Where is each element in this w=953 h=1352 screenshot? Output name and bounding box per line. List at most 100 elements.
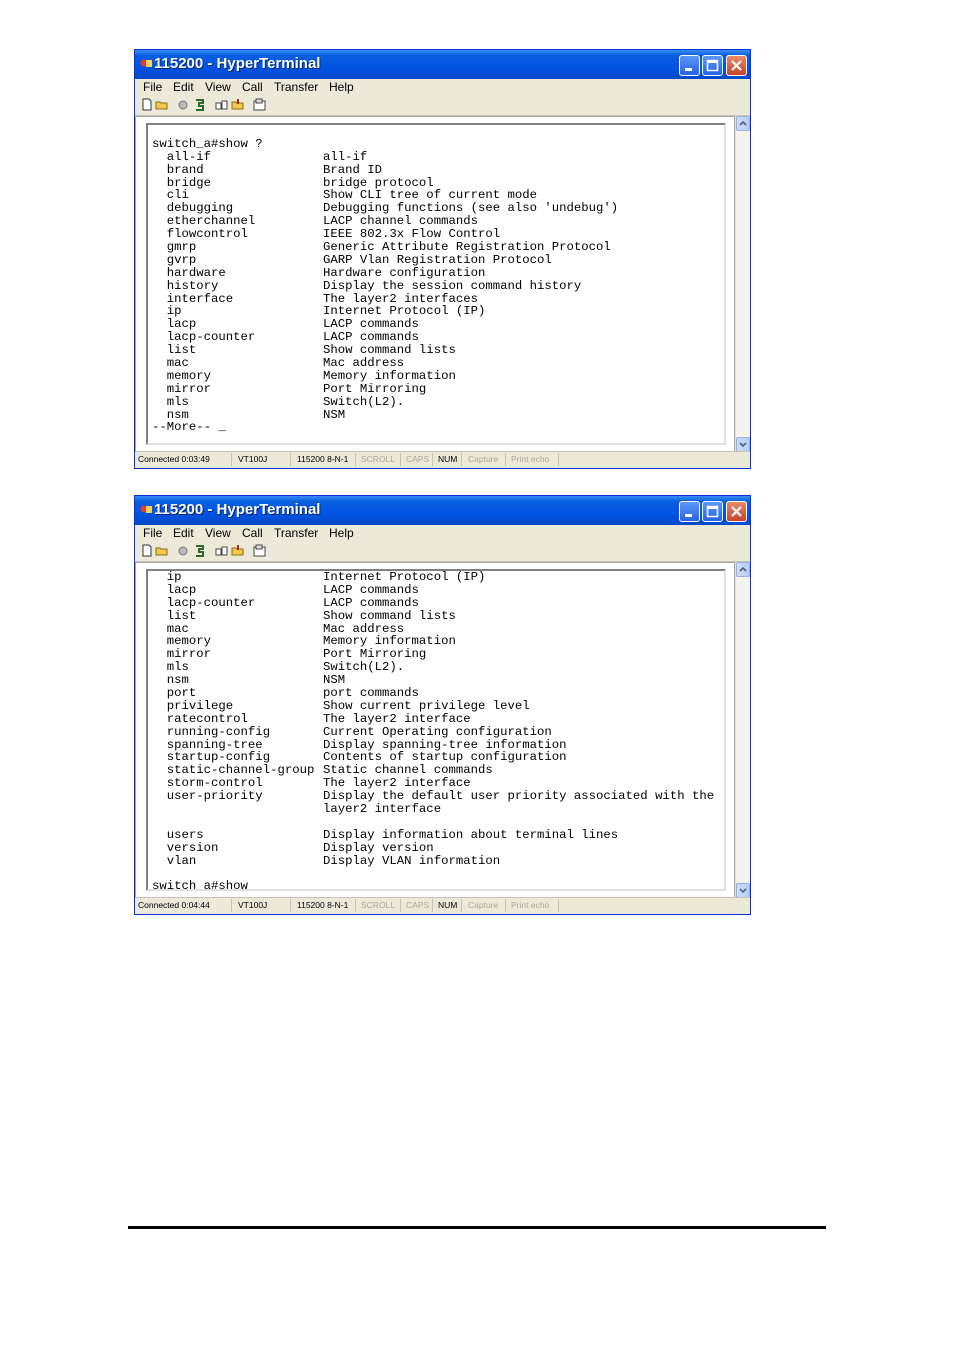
menu-transfer[interactable]: Transfer — [274, 526, 318, 540]
dial-icon[interactable] — [194, 98, 206, 112]
command-name: mac — [152, 356, 189, 371]
terminal-area[interactable]: switch_a#show ? all-if all-if brand Brand … — [135, 116, 735, 452]
command-description: LACP commands — [323, 595, 419, 610]
terminal-output[interactable]: ip Internet Protocol (IP) lacp LACP comman… — [152, 571, 724, 889]
terminal-line: mirror Port Mirroring — [152, 381, 724, 396]
command-name: user-priority — [152, 789, 263, 804]
status-print-echo: Print echo — [511, 900, 550, 910]
command-description: Internet Protocol (IP) — [323, 571, 486, 584]
command-name: history — [152, 278, 219, 293]
terminal-line: gvrp GARP Vlan Registration Protocol — [152, 254, 724, 267]
terminal-line: --More-- _ — [152, 421, 724, 434]
close-icon — [731, 506, 742, 517]
chevron-up-icon — [739, 566, 747, 572]
scroll-down-button[interactable] — [736, 883, 750, 898]
menu-edit[interactable]: Edit — [173, 80, 194, 94]
command-name: version — [152, 840, 219, 855]
close-button[interactable] — [726, 55, 747, 76]
scroll-up-button[interactable] — [736, 562, 750, 577]
vertical-scrollbar[interactable] — [735, 562, 750, 898]
scroll-down-button[interactable] — [736, 437, 750, 452]
command-name: vlan — [152, 853, 197, 868]
maximize-button[interactable] — [702, 501, 723, 522]
command-description: Switch(L2). — [323, 394, 405, 409]
terminal-output[interactable]: switch_a#show ? all-if all-if brand Brand … — [152, 125, 724, 443]
command-name: memory — [152, 368, 212, 383]
open-icon[interactable] — [155, 98, 169, 112]
close-button[interactable] — [726, 501, 747, 522]
terminal-line: users Display information about terminal … — [152, 828, 724, 842]
menu-view[interactable]: View — [205, 526, 231, 540]
command-name: --More-- _ — [152, 420, 226, 435]
command-description: Current Operating configuration — [323, 724, 552, 739]
menu-help[interactable]: Help — [329, 526, 354, 540]
terminal-line: gmrp Generic Attribute Registration Proto… — [152, 241, 724, 254]
terminal-line: nsm NSM — [152, 674, 724, 687]
menu-help[interactable]: Help — [329, 80, 354, 94]
menu-call[interactable]: Call — [242, 526, 263, 540]
receive-icon[interactable] — [231, 98, 245, 112]
open-icon[interactable] — [155, 544, 169, 558]
terminal-line: ratecontrol The layer2 interface — [152, 711, 724, 726]
status-num: NUM — [438, 454, 458, 464]
command-description: Port Mirroring — [323, 381, 427, 396]
terminal-line: nsm NSM — [152, 408, 724, 422]
terminal-line: mls Switch(L2). — [152, 394, 724, 409]
chevron-up-icon — [739, 120, 747, 126]
menu-bar: File Edit View Call Transfer Help — [135, 79, 750, 97]
terminal-line: lacp LACP commands — [152, 583, 724, 597]
title-bar[interactable]: 115200 - HyperTerminal — [135, 496, 750, 525]
command-description: The layer2 interface — [323, 711, 471, 726]
disconnect-icon[interactable] — [177, 98, 190, 112]
chevron-down-icon — [739, 888, 747, 894]
new-icon[interactable] — [141, 98, 153, 112]
menu-view[interactable]: View — [205, 80, 231, 94]
scroll-up-button[interactable] — [736, 116, 750, 131]
new-icon[interactable] — [141, 544, 153, 558]
disconnect-icon[interactable] — [177, 544, 190, 558]
status-scroll: SCROLL — [361, 454, 396, 464]
send-icon[interactable] — [215, 544, 229, 558]
minimize-button[interactable] — [679, 55, 700, 76]
maximize-button[interactable] — [702, 55, 723, 76]
menu-file[interactable]: File — [143, 526, 162, 540]
app-icon — [140, 59, 152, 67]
title-bar[interactable]: 115200 - HyperTerminal — [135, 50, 750, 79]
menu-call[interactable]: Call — [242, 80, 263, 94]
window-title: 115200 - HyperTerminal — [154, 501, 321, 518]
dial-icon[interactable] — [194, 544, 206, 558]
menu-transfer[interactable]: Transfer — [274, 80, 318, 94]
terminal-line: mls Switch(L2). — [152, 661, 724, 674]
terminal-line: switch_a#show ? — [152, 137, 724, 151]
terminal-line: running-config Current Operating configur… — [152, 724, 724, 739]
menu-file[interactable]: File — [143, 80, 162, 94]
minimize-icon — [685, 514, 692, 517]
menu-edit[interactable]: Edit — [173, 526, 194, 540]
terminal-frame: ip Internet Protocol (IP) lacp LACP comman… — [146, 569, 726, 891]
minimize-button[interactable] — [679, 501, 700, 522]
terminal-area[interactable]: ip Internet Protocol (IP) lacp LACP comman… — [135, 562, 735, 898]
receive-icon[interactable] — [231, 544, 245, 558]
command-description: Brand ID — [323, 162, 383, 177]
command-name: ip — [152, 571, 182, 584]
send-icon[interactable] — [215, 98, 229, 112]
terminal-frame: switch_a#show ? all-if all-if brand Brand … — [146, 123, 726, 445]
vertical-scrollbar[interactable] — [735, 116, 750, 452]
terminal-line: mirror Port Mirroring — [152, 648, 724, 661]
properties-icon[interactable] — [253, 544, 267, 558]
command-description: Show current privilege level — [323, 698, 530, 713]
app-icon — [140, 505, 152, 513]
command-description: Memory information — [323, 368, 456, 383]
maximize-icon — [706, 505, 719, 518]
status-caps: CAPS — [406, 900, 430, 910]
command-description: Display version — [323, 840, 434, 855]
terminal-line: version Display version — [152, 840, 724, 855]
terminal-line: memory Memory information — [152, 635, 724, 648]
terminal-line: layer2 interface — [152, 803, 724, 816]
properties-icon[interactable] — [253, 98, 267, 112]
command-name: mls — [152, 394, 189, 409]
command-name: gvrp — [152, 252, 197, 267]
command-name: port — [152, 686, 197, 701]
